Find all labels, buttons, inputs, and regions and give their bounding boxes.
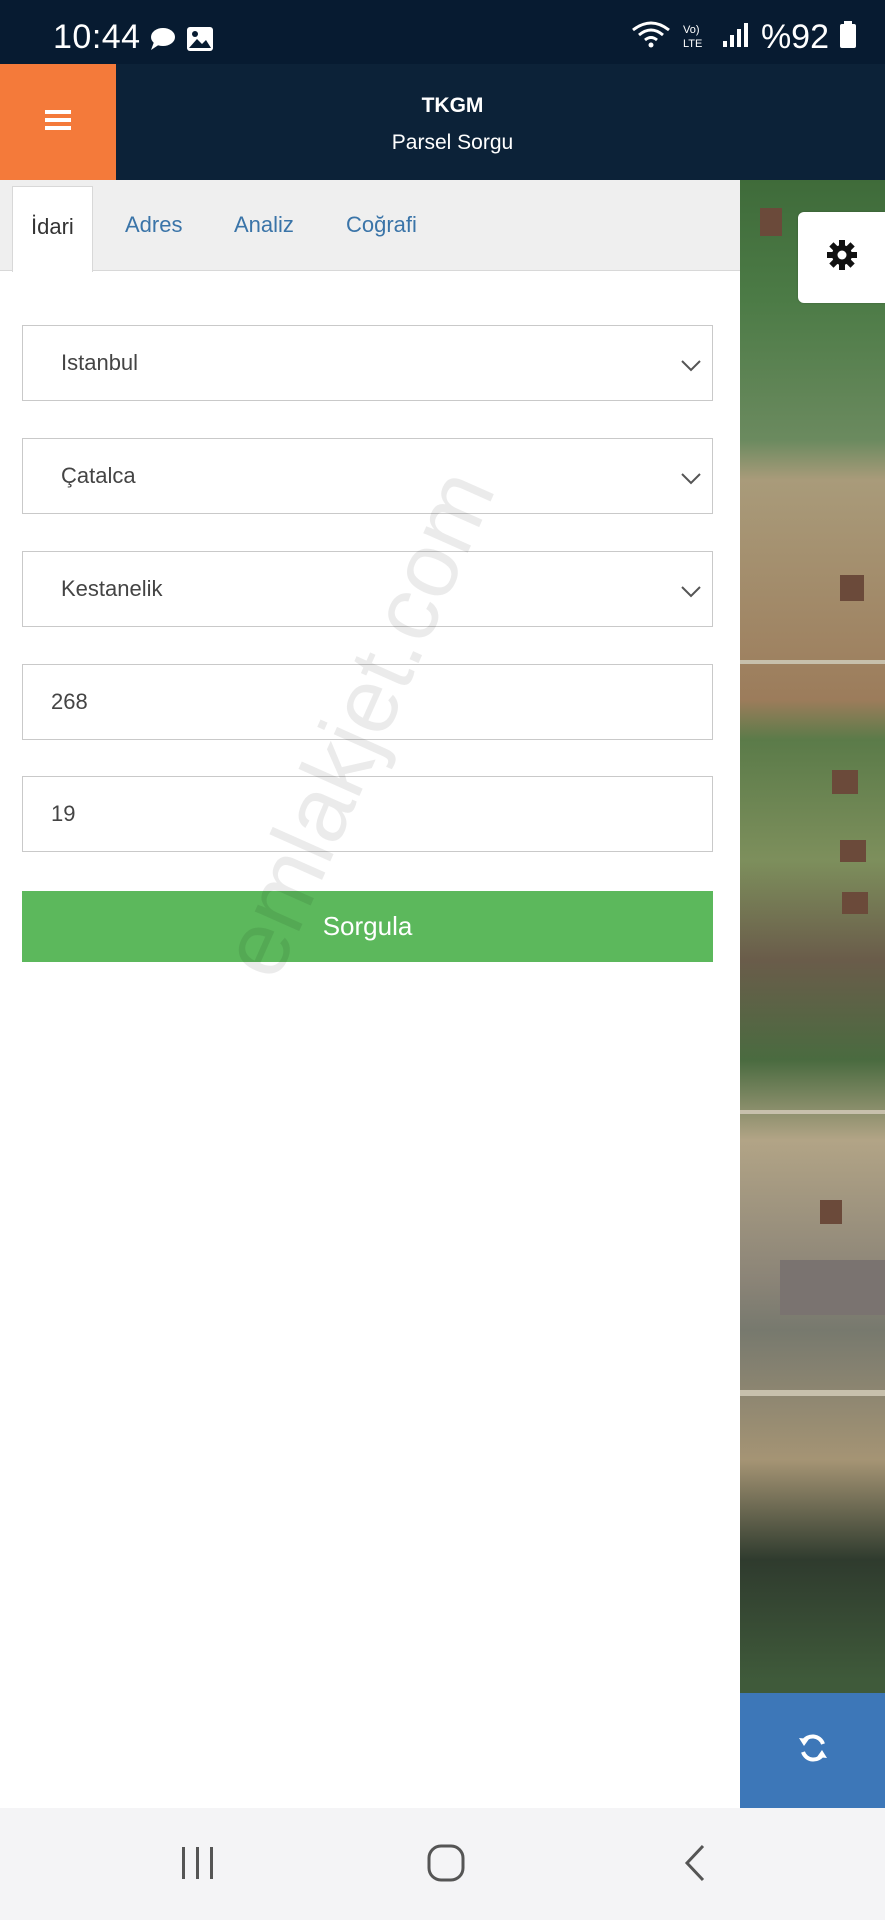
image-icon [186,26,214,57]
chat-bubble-icon [148,26,176,57]
status-bar: 10:44 Vo) LTE %92 [0,0,885,64]
district-value: Çatalca [61,463,136,488]
volte-icon: Vo) LTE [681,20,711,55]
tab-bar: İdari Adres Analiz Coğrafi [0,180,740,272]
map-road [740,1390,885,1396]
refresh-button[interactable] [740,1693,885,1808]
app-header: TKGM Parsel Sorgu [0,64,885,180]
home-icon [426,1843,466,1888]
menu-button[interactable] [0,64,116,180]
svg-text:Vo): Vo) [683,24,700,36]
parcel-value: 19 [51,801,76,826]
province-select[interactable]: Istanbul [22,325,713,401]
refresh-icon [797,1732,829,1769]
map-building [780,1260,885,1315]
back-icon [681,1843,709,1888]
settings-button[interactable] [798,212,885,303]
map-building [832,770,858,794]
home-button[interactable] [416,1840,476,1890]
chevron-down-icon [680,353,702,379]
hamburger-menu-icon [45,109,71,136]
tab-adres[interactable]: Adres [125,180,182,270]
back-button[interactable] [665,1840,725,1890]
query-button[interactable]: Sorgula [22,891,713,962]
neighborhood-value: Kestanelik [61,576,163,601]
map-road [740,660,885,664]
tab-cografi[interactable]: Coğrafi [346,180,417,270]
map-building [820,1200,842,1224]
tab-idari[interactable]: İdari [12,186,93,272]
signal-icon [721,21,751,54]
chevron-down-icon [680,579,702,605]
svg-text:LTE: LTE [683,38,702,50]
district-select[interactable]: Çatalca [22,438,713,514]
map-road [740,1110,885,1114]
system-nav-bar [0,1808,885,1920]
map-building [842,892,868,914]
recent-apps-icon [179,1845,217,1886]
recent-apps-button[interactable] [168,1840,228,1890]
status-time: 10:44 [53,18,141,56]
query-panel: İdari Adres Analiz Coğrafi Istanbul Çata… [0,180,740,1808]
status-left-icons [148,26,214,57]
battery-percent: %92 [760,18,829,56]
tab-analiz[interactable]: Analiz [234,180,294,270]
app-title: TKGM [421,94,484,117]
block-value: 268 [51,689,88,714]
map-building [760,208,782,236]
app-subtitle: Parsel Sorgu [391,131,514,154]
status-right: Vo) LTE %92 [631,18,857,57]
battery-icon [839,21,857,54]
chevron-down-icon [680,466,702,492]
satellite-map[interactable] [740,180,885,1808]
province-value: Istanbul [61,350,139,375]
map-building [840,840,866,862]
map-building [840,575,864,601]
wifi-icon [631,20,671,55]
gear-icon [825,238,859,277]
